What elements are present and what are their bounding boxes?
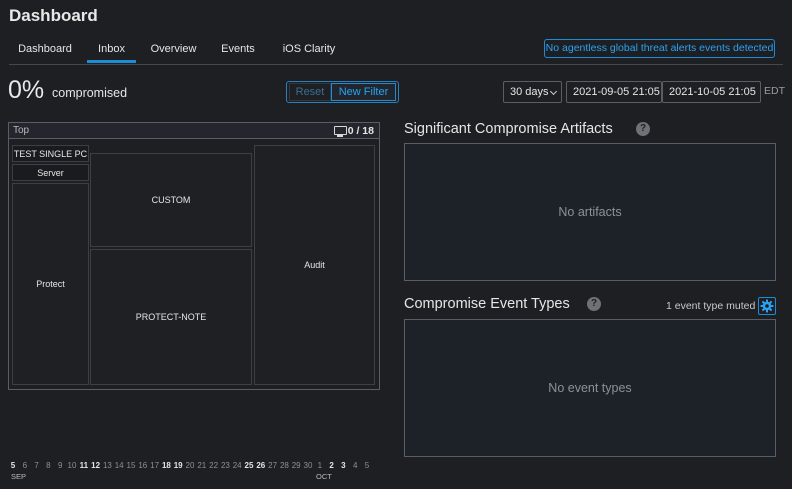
event-types-title: Compromise Event Types	[404, 296, 570, 312]
treemap-cell-test-single-pc[interactable]: TEST SINGLE PC	[12, 145, 89, 162]
compromised-label: compromised	[52, 86, 128, 100]
page-title: Dashboard	[9, 6, 98, 25]
timeline-day[interactable]: 11	[79, 461, 89, 470]
period-select[interactable]: 30 days	[503, 81, 562, 103]
timeline-day[interactable]: 15	[126, 461, 136, 470]
filter-controls: Reset New Filter	[286, 81, 399, 103]
top-groups-panel: Top 0 / 18 TEST SINGLE PC Server Protect…	[8, 122, 380, 390]
timeline-day[interactable]: 10	[67, 461, 77, 470]
event-settings-button[interactable]	[758, 297, 776, 315]
timeline-day[interactable]: 27	[268, 461, 278, 470]
timeline-day[interactable]: 16	[138, 461, 148, 470]
timezone-label: EDT	[764, 85, 785, 97]
timeline-day[interactable]: 5	[8, 461, 18, 470]
help-icon[interactable]: ?	[587, 297, 601, 311]
chevron-down-icon	[549, 87, 558, 96]
global-threat-alert-badge[interactable]: No agentless global threat alerts events…	[544, 39, 775, 58]
compromised-percent: 0%	[8, 76, 45, 104]
timeline-day[interactable]: 18	[161, 461, 171, 470]
computer-icon	[334, 126, 347, 137]
new-filter-button[interactable]: New Filter	[331, 83, 396, 101]
artifacts-title: Significant Compromise Artifacts	[404, 121, 613, 137]
tab-events[interactable]: Events	[214, 39, 262, 63]
timeline-day[interactable]: 22	[209, 461, 219, 470]
timeline-day[interactable]: 21	[197, 461, 207, 470]
timeline-day[interactable]: 29	[291, 461, 301, 470]
tab-inbox[interactable]: Inbox	[87, 39, 136, 63]
timeline-day[interactable]: 7	[32, 461, 42, 470]
muted-event-count: 1 event type muted	[666, 300, 756, 312]
artifacts-empty-text: No artifacts	[558, 205, 622, 219]
help-icon[interactable]: ?	[636, 122, 650, 136]
period-select-value: 30 days	[510, 86, 549, 98]
event-types-empty-text: No event types	[548, 381, 632, 395]
timeline-day[interactable]: 28	[279, 461, 289, 470]
timeline-day[interactable]: 5	[362, 461, 372, 470]
timeline-day[interactable]: 3	[338, 461, 348, 470]
timeline-day[interactable]: 23	[220, 461, 230, 470]
treemap-cell-custom[interactable]: CUSTOM	[90, 153, 252, 247]
timeline-day[interactable]: 13	[102, 461, 112, 470]
timeline-day[interactable]: 30	[303, 461, 313, 470]
top-panel-header: Top 0 / 18	[9, 123, 379, 139]
timeline-day[interactable]: 20	[185, 461, 195, 470]
event-types-panel: No event types	[404, 319, 776, 457]
timeline-day[interactable]: 14	[114, 461, 124, 470]
tab-divider	[9, 64, 783, 65]
timeline-month-sep: SEP	[11, 472, 27, 481]
timeline-day[interactable]: 12	[91, 461, 101, 470]
computer-count: 0 / 18	[347, 125, 374, 137]
timeline-day[interactable]: 25	[244, 461, 254, 470]
artifacts-panel: No artifacts	[404, 143, 776, 281]
timeline-day[interactable]: 9	[55, 461, 65, 470]
timeline-day[interactable]: 2	[327, 461, 337, 470]
timeline-day[interactable]: 26	[256, 461, 266, 470]
tab-ios-clarity[interactable]: iOS Clarity	[274, 39, 344, 63]
timeline-day[interactable]: 4	[350, 461, 360, 470]
timeline-day[interactable]: 17	[150, 461, 160, 470]
timeline-day[interactable]: 24	[232, 461, 242, 470]
start-date-field[interactable]: 2021-09-05 21:05	[566, 81, 662, 103]
timeline-month-oct: OCT	[316, 472, 332, 481]
treemap-cell-server[interactable]: Server	[12, 164, 89, 181]
timeline-day[interactable]: 8	[43, 461, 53, 470]
timeline-day[interactable]: 19	[173, 461, 183, 470]
tab-dashboard[interactable]: Dashboard	[9, 39, 81, 63]
timeline-day[interactable]: 1	[315, 461, 325, 470]
tab-overview[interactable]: Overview	[144, 39, 203, 63]
top-panel-label: Top	[13, 125, 30, 136]
end-date-field[interactable]: 2021-10-05 21:05	[662, 81, 761, 103]
reset-button[interactable]: Reset	[289, 83, 331, 101]
treemap-cell-protect[interactable]: Protect	[12, 183, 89, 385]
timeline-day[interactable]: 6	[20, 461, 30, 470]
timeline[interactable]: SEP OCT 5 6 7 8 9 10 11 12 13 14 15 16 17 18 19 20 21 22 2…	[8, 461, 380, 485]
treemap-cell-audit[interactable]: Audit	[254, 145, 375, 385]
treemap-cell-protect-note[interactable]: PROTECT-NOTE	[90, 249, 252, 385]
gear-icon	[760, 299, 774, 313]
